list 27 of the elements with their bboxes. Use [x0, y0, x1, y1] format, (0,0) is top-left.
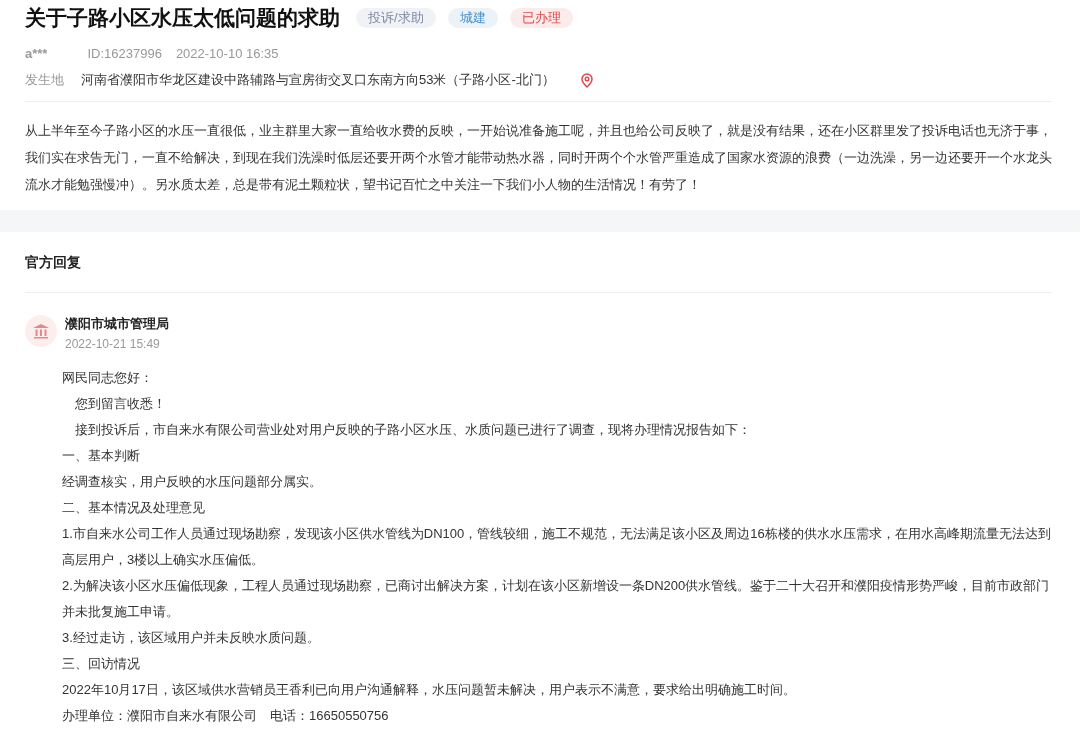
reply-paragraph: 办理单位：濮阳市自来水有限公司 电话：16650550756 — [62, 707, 390, 725]
department-name: 濮阳市城市管理局 — [65, 315, 169, 333]
bank-building-icon — [25, 315, 57, 347]
section-heading: 官方回复 — [25, 254, 1052, 293]
reply-paragraph: 一、基本判断 — [62, 447, 141, 465]
location-label: 发生地 — [25, 71, 65, 89]
post-time: 2022-10-10 16:35 — [175, 46, 279, 61]
reply-paragraph: 网民同志您好： — [62, 369, 154, 387]
reply-paragraph: 您到留言收悉！ — [74, 395, 167, 413]
message-text: 从上半年至今子路小区的水压一直很低，业主群里大家一直给收水费的反映，一开始说准备施工呢，并且也给公司反映了，就是没有结果，还在小区群里发了投诉电话也无济于事，我们实在求告无门，一直不给解决，到现在我们洗澡时低层还要开两个水管才能带动热水器，同时开两个个水管严重造成了国家水资源的浪费（一边洗澡，另一边还要开一个水龙头流水才能勉强慢冲）。另水质太差，总是带有泥土颗粒状，望书记百忙之中关注一下我们小人物的生活情况！有劳了！ — [25, 122, 1052, 194]
reply-paragraph: 经调查核实，用户反映的水压问题部分属实。 — [62, 473, 323, 491]
category-tag: 投诉/求助 — [356, 8, 436, 28]
location-text: 河南省濮阳市华龙区建设中路辅路与宣房街交叉口东南方向53米（子路小区-北门） — [81, 71, 555, 89]
map-pin-icon — [580, 72, 593, 88]
reply-paragraph: 2.为解决该小区水压偏低现象，工程人员通过现场勘察，已商讨出解决方案，计划在该小区新增设一条DN200供水管线。鉴于二十大召开和濮阳疫情形势严峻，目前市政部门并未批复施工申请。 — [62, 577, 1051, 621]
author-name: a*** — [25, 46, 48, 61]
category-tag: 城建 — [447, 8, 498, 28]
petition-id: ID:16237996 — [87, 46, 162, 61]
reply-paragraph: 3.经过走访，该区域用户并未反映水质问题。 — [62, 629, 321, 647]
reply-time: 2022-10-21 15:49 — [65, 337, 161, 351]
reply-paragraph: 1.市自来水公司工作人员通过现场勘察，发现该小区供水管线为DN100，管线较细，施工不规范，无法满足该小区及周边16栋楼的供水水压需求，在用水高峰期流量无法达到高层用户，3楼以上确实水压偏低。 — [62, 525, 1052, 569]
reply-paragraph: 三、回访情况 — [62, 655, 141, 673]
category-tag: 已办理 — [509, 8, 573, 28]
reply-paragraph: 2022年10月17日，该区域供水营销员王香利已向用户沟通解释，水压问题暂未解决，用户表示不满意，要求给出明确施工时间。 — [62, 681, 797, 699]
page-title: 关于子路小区水压太低问题的求助 — [25, 5, 340, 31]
reply-paragraph: 二、基本情况及处理意见 — [62, 499, 206, 517]
reply-paragraph: 接到投诉后，市自来水有限公司营业处对用户反映的子路小区水压、水质问题已进行了调查，现将办理情况报告如下： — [74, 421, 752, 439]
